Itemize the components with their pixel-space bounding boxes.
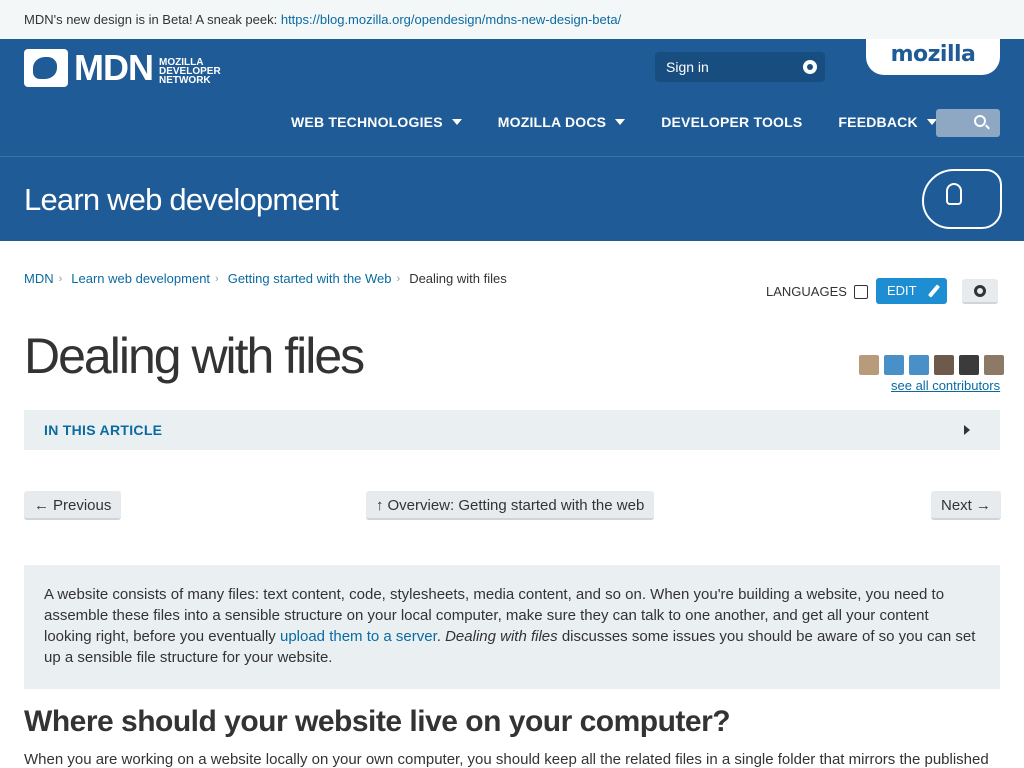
sign-in-button[interactable]: Sign in — [655, 52, 825, 82]
nav-web-technologies[interactable]: WEB TECHNOLOGIES — [291, 114, 462, 130]
section-heading: Where should your website live on your c… — [24, 705, 731, 738]
see-all-contributors-link[interactable]: see all contributors — [891, 378, 1000, 393]
chevron-right-icon: › — [215, 272, 219, 285]
section-paragraph: When you are working on a website locall… — [24, 751, 989, 768]
github-icon — [803, 60, 817, 74]
avatar[interactable] — [909, 355, 929, 375]
dino-logo-icon — [24, 49, 68, 87]
beta-banner-link[interactable]: https://blog.mozilla.org/opendesign/mdns… — [281, 12, 621, 27]
nav-mozilla-docs[interactable]: MOZILLA DOCS — [498, 114, 626, 130]
translate-icon — [853, 284, 868, 299]
toc-label: IN THIS ARTICLE — [44, 422, 163, 438]
sign-in-label: Sign in — [666, 59, 709, 75]
breadcrumb-current: Dealing with files — [409, 271, 507, 286]
avatar[interactable] — [884, 355, 904, 375]
search-input[interactable] — [936, 109, 1000, 137]
dino-lightbulb-icon — [922, 169, 1002, 229]
intro-panel: A website consists of many files: text c… — [24, 565, 1000, 689]
site-header: MDN MOZILLA DEVELOPER NETWORK Sign in mo… — [0, 39, 1024, 156]
mdn-logo[interactable]: MDN MOZILLA DEVELOPER NETWORK — [24, 49, 229, 87]
settings-button[interactable] — [962, 279, 998, 304]
previous-button[interactable]: Previous — [24, 491, 122, 520]
nav-developer-tools[interactable]: DEVELOPER TOOLS — [661, 114, 802, 130]
page-title: Dealing with files — [24, 328, 365, 384]
breadcrumb-learn[interactable]: Learn web development — [71, 271, 210, 286]
breadcrumb: MDN › Learn web development › Getting star… — [24, 271, 507, 286]
mozilla-tab[interactable]: mozilla — [866, 39, 1000, 75]
title-band: Learn web development — [0, 156, 1024, 241]
nav-feedback[interactable]: FEEDBACK — [838, 114, 937, 130]
beta-banner: MDN's new design is in Beta! A sneak pee… — [0, 0, 1024, 39]
overview-button[interactable]: Overview: Getting started with the web — [366, 491, 655, 520]
edit-label: EDIT — [887, 283, 917, 298]
in-this-article-toggle[interactable]: IN THIS ARTICLE — [24, 410, 1000, 450]
pencil-icon — [927, 284, 941, 298]
lightbulb-icon — [946, 183, 962, 205]
gear-icon — [974, 285, 986, 297]
avatar[interactable] — [984, 355, 1004, 375]
breadcrumb-mdn[interactable]: MDN — [24, 271, 54, 286]
contributors-list — [854, 355, 1004, 375]
avatar[interactable] — [859, 355, 879, 375]
main-nav: WEB TECHNOLOGIES MOZILLA DOCS DEVELOPER … — [291, 114, 973, 130]
avatar[interactable] — [959, 355, 979, 375]
avatar[interactable] — [934, 355, 954, 375]
chevron-right-icon: › — [396, 272, 401, 285]
search-icon[interactable] — [974, 115, 986, 127]
section-title: Learn web development — [24, 182, 339, 217]
logo-text: MDN — [74, 47, 154, 88]
breadcrumb-getting-started[interactable]: Getting started with the Web — [228, 271, 392, 286]
languages-button[interactable]: LANGUAGES — [766, 284, 868, 299]
chevron-right-icon: › — [58, 272, 63, 285]
caret-right-icon — [964, 425, 970, 435]
logo-subtitle: MOZILLA DEVELOPER NETWORK — [158, 56, 221, 86]
caret-down-icon — [615, 119, 626, 125]
intro-emphasis: Dealing with files — [445, 628, 558, 645]
edit-button[interactable]: EDIT — [876, 278, 947, 304]
next-button[interactable]: Next — [931, 491, 1001, 520]
upload-link[interactable]: upload them to a server — [280, 628, 437, 645]
intro-text-2: . — [436, 628, 446, 645]
caret-down-icon — [451, 119, 462, 125]
beta-banner-text: MDN's new design is in Beta! A sneak pee… — [24, 12, 281, 27]
languages-label: LANGUAGES — [766, 284, 847, 299]
